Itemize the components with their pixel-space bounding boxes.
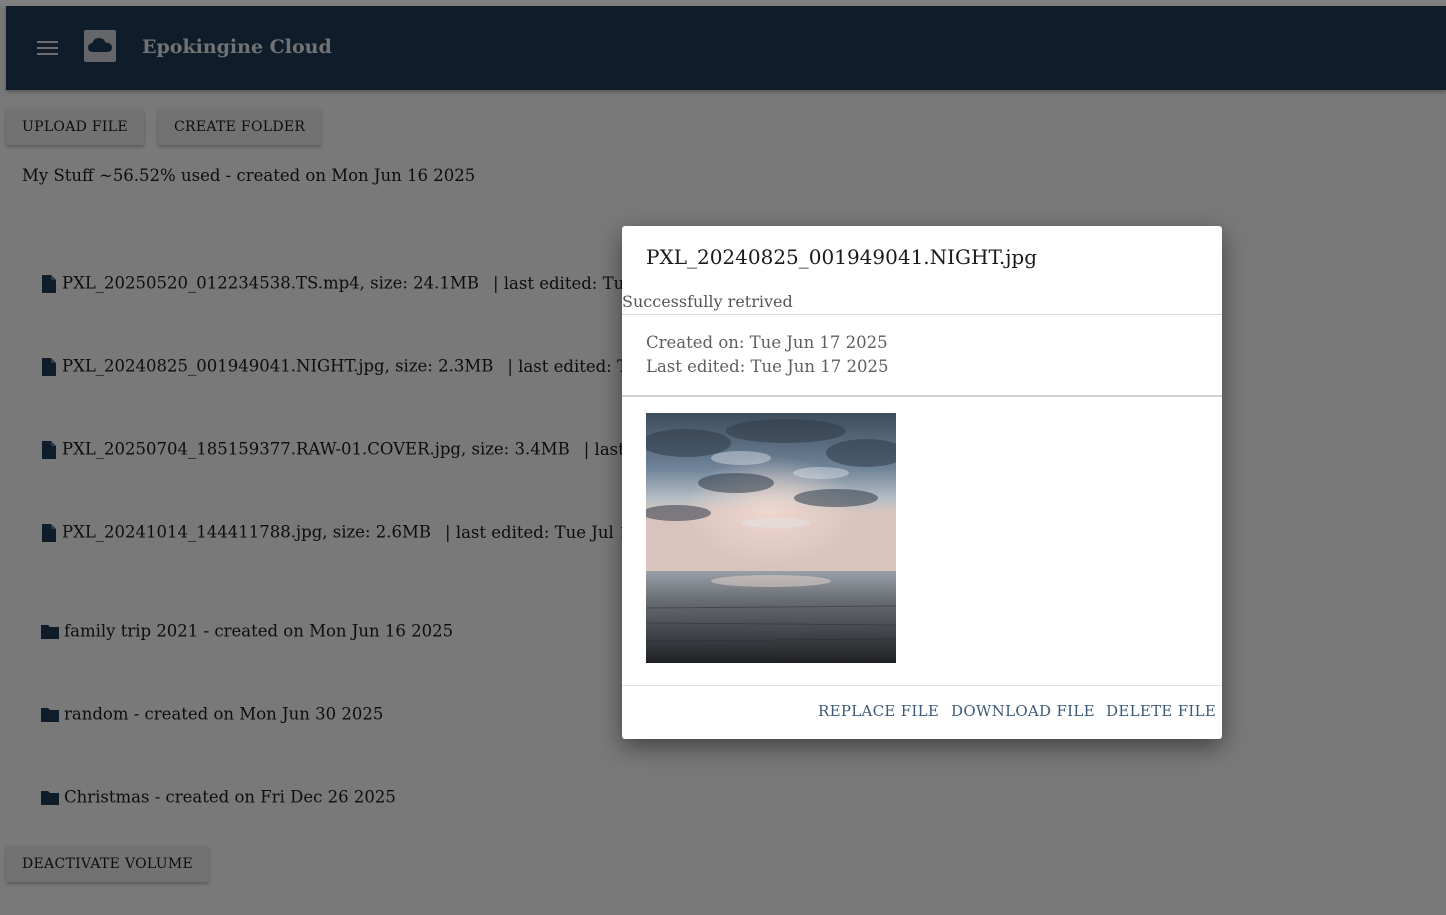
replace-file-button[interactable]: REPLACE FILE (818, 702, 939, 720)
dialog-status: Successfully retrived (622, 292, 793, 311)
dialog-title: PXL_20240825_001949041.NIGHT.jpg (646, 245, 1038, 269)
created-date: Created on: Tue Jun 17 2025 (646, 333, 888, 352)
divider (622, 314, 1222, 315)
image-preview (646, 413, 896, 663)
divider (622, 685, 1222, 686)
divider (622, 395, 1222, 397)
dialog-meta: Created on: Tue Jun 17 2025 Last edited:… (646, 331, 889, 379)
file-details-dialog: PXL_20240825_001949041.NIGHT.jpg Success… (622, 226, 1222, 739)
download-file-button[interactable]: DOWNLOAD FILE (951, 702, 1095, 720)
delete-file-button[interactable]: DELETE FILE (1106, 702, 1216, 720)
edited-date: Last edited: Tue Jun 17 2025 (646, 357, 889, 376)
